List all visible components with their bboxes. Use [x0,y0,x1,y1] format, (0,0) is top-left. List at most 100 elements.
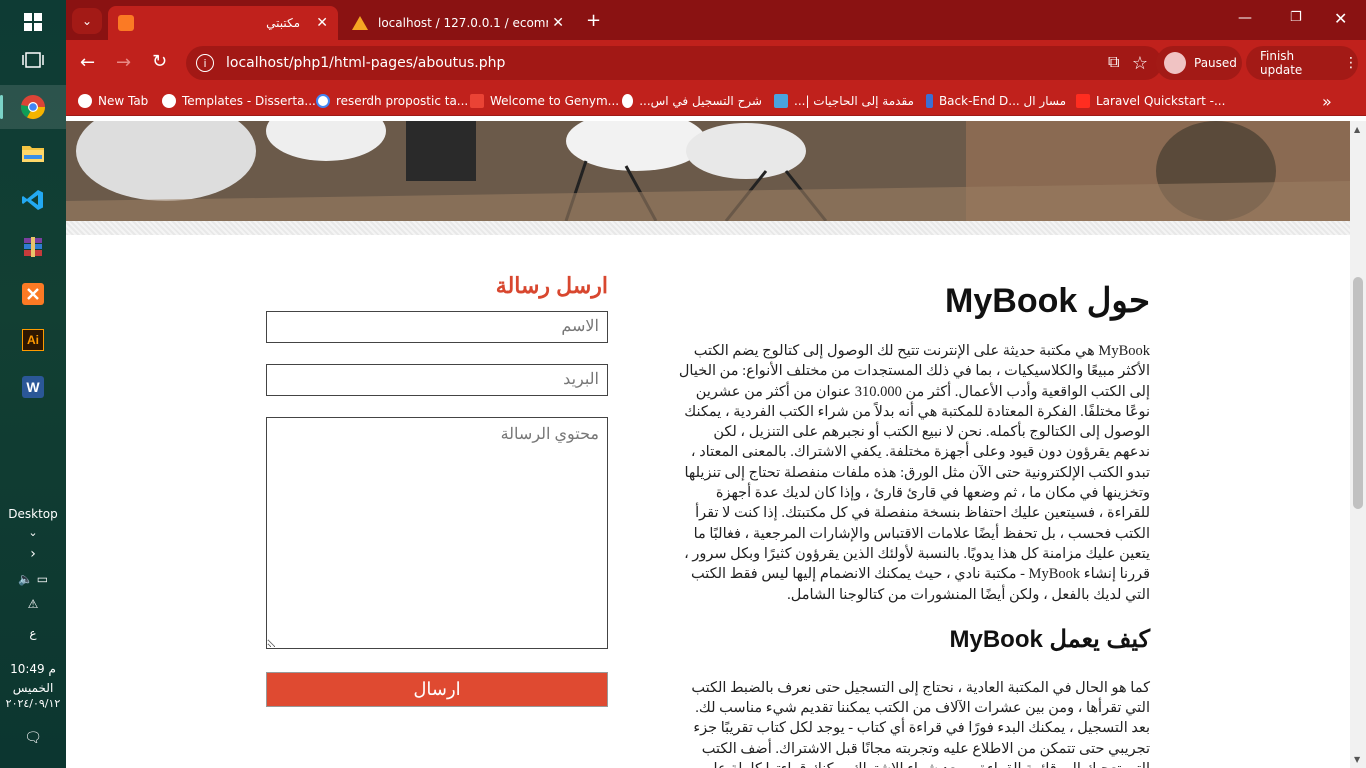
close-tab-icon[interactable]: ✕ [316,15,328,31]
minimize-icon[interactable]: — [1238,10,1252,26]
finish-update-button[interactable]: Finish update ⋮ [1246,46,1358,80]
contact-form-title: ارسل رسالة [495,273,608,298]
taskbar-vscode[interactable] [0,178,66,222]
network-warning-icon[interactable]: ⚠ [0,597,66,611]
volume-battery-icons[interactable]: 🔈 ▭ [0,572,66,586]
submit-button[interactable]: ارسال [266,672,608,707]
globe-icon [162,94,176,108]
about-title: حول MyBook [945,282,1150,320]
bookmark-item[interactable]: مقدمة إلى الحاجيات |... [774,92,924,110]
name-input[interactable] [266,311,608,343]
bookmark-label: Back-End D... مسار ال [938,94,1066,108]
browser-tab-strip: ⌄ مكتبتي ✕ localhost / 127.0.0.1 / ecomm… [66,0,1366,40]
task-view-button[interactable] [0,38,66,82]
bookmark-label: Laravel Quickstart -... [1096,94,1226,108]
hero-image [66,121,1350,221]
hero-divider [66,221,1350,235]
task-view-icon [22,52,44,68]
more-bookmarks-icon[interactable]: » [1322,92,1332,111]
taskbar: Ai W Desktop ⌄ › 🔈 ▭ ⚠ ع 10:49 م الخميس … [0,0,66,768]
gmail-icon [470,94,484,108]
clock-time[interactable]: 10:49 م [0,662,66,676]
page-content: حول MyBook MyBook هي مكتبة حديثة على الإ… [66,121,1350,768]
bookmark-item[interactable]: شرح التسجيل في اس... [622,92,762,110]
scrollbar-thumb[interactable] [1353,277,1363,509]
finish-update-label: Finish update [1260,49,1303,77]
avatar [1164,52,1186,74]
tab-search-button[interactable]: ⌄ [72,8,102,34]
winrar-icon [24,237,42,257]
chevron-right-icon[interactable]: › [0,546,66,562]
profile-button[interactable]: Paused [1156,46,1242,80]
profile-status: Paused [1194,56,1237,70]
page-scrollbar[interactable]: ▲ ▼ [1350,121,1366,768]
address-bar[interactable]: i localhost/php1/html-pages/aboutus.php … [186,46,1162,80]
maximize-icon[interactable]: ❐ [1290,10,1302,25]
bookmark-item[interactable]: reserdh propostic ta... [316,92,468,110]
bookmark-item[interactable]: Templates - Disserta... [162,92,316,110]
taskbar-word[interactable]: W [0,365,66,409]
taskbar-illustrator[interactable]: Ai [0,318,66,362]
tab-phpmyadmin[interactable]: localhost / 127.0.0.1 / ecommer ✕ [342,6,574,40]
bookmark-item[interactable]: New Tab [78,92,148,110]
contact-form: ارسل رسالة ارسال [266,273,608,707]
bookmark-label: مقدمة إلى الحاجيات |... [794,94,914,108]
bookmark-star-icon[interactable]: ☆ [1132,53,1148,74]
close-window-icon[interactable]: ✕ [1334,9,1347,28]
notifications-icon[interactable]: 🗨 [0,730,66,746]
taskbar-winrar[interactable] [0,225,66,269]
bookmark-label: New Tab [98,94,149,108]
bookmark-item[interactable]: Back-End D... مسار ال [926,92,1066,110]
about-paragraph: MyBook هي مكتبة حديثة على الإنترنت تتيح … [678,343,1150,603]
language-indicator[interactable]: ع [0,626,66,640]
close-tab-icon[interactable]: ✕ [552,15,564,31]
bookmark-site-icon [926,94,933,108]
email-input[interactable] [266,364,608,396]
tab-title: مكتبتي [266,16,300,30]
laravel-icon [1076,94,1090,108]
message-textarea[interactable] [266,417,608,649]
new-tab-plus-icon[interactable]: + [586,10,601,31]
word-icon: W [22,376,44,398]
tab-title: localhost / 127.0.0.1 / ecommer [378,16,548,30]
bookmark-label: شرح التسجيل في اس... [639,94,762,108]
bookmark-site-icon [774,94,788,108]
bookmark-label: Templates - Disserta... [182,94,316,108]
vscode-icon [22,190,43,210]
taskbar-file-explorer[interactable] [0,131,66,175]
clock-day[interactable]: الخميس [0,681,66,695]
taskbar-xampp[interactable] [0,272,66,316]
more-vert-icon: ⋮ [1344,55,1358,71]
scroll-up-icon[interactable]: ▲ [1354,125,1360,134]
bookmark-item[interactable]: Welcome to Genym... [470,92,619,110]
bookmark-label: Welcome to Genym... [490,94,620,108]
globe-icon [622,94,634,108]
extensions-icon[interactable]: ⧉ [1108,52,1119,72]
desktop-label[interactable]: Desktop [0,507,66,521]
forward-arrow-icon[interactable]: → [116,52,131,73]
site-info-icon[interactable]: i [196,54,214,72]
taskbar-chrome[interactable] [0,85,66,129]
tab-mybook[interactable]: مكتبتي ✕ [108,6,338,40]
illustrator-icon: Ai [22,329,44,351]
xampp-icon [22,283,44,305]
xampp-favicon-icon [118,15,134,31]
phpmyadmin-favicon-icon [352,16,368,30]
chrome-icon [20,95,45,120]
google-icon [316,94,330,108]
hero-photo [66,121,1350,221]
chevron-double-down-icon[interactable]: ⌄ [0,526,66,539]
url-text[interactable]: localhost/php1/html-pages/aboutus.php [226,55,505,71]
how-it-works-title: كيف يعمل MyBook [949,625,1151,653]
bookmark-item[interactable]: Laravel Quickstart -... [1076,92,1225,110]
bookmarks-bar: New Tab Templates - Disserta... reserdh … [66,86,1366,116]
scroll-down-icon[interactable]: ▼ [1354,755,1360,764]
clock-date[interactable]: ٢٠٢٤/٠٩/١٢ [0,697,66,710]
how-it-works-paragraph: كما هو الحال في المكتبة العادية ، نحتاج … [691,679,1150,768]
globe-icon [78,94,92,108]
reload-icon[interactable]: ↻ [152,51,167,72]
folder-icon [22,146,44,162]
back-arrow-icon[interactable]: ← [80,52,95,73]
about-section: حول MyBook MyBook هي مكتبة حديثة على الإ… [678,281,1150,768]
browser-toolbar: ← → ↻ i localhost/php1/html-pages/aboutu… [66,40,1366,86]
